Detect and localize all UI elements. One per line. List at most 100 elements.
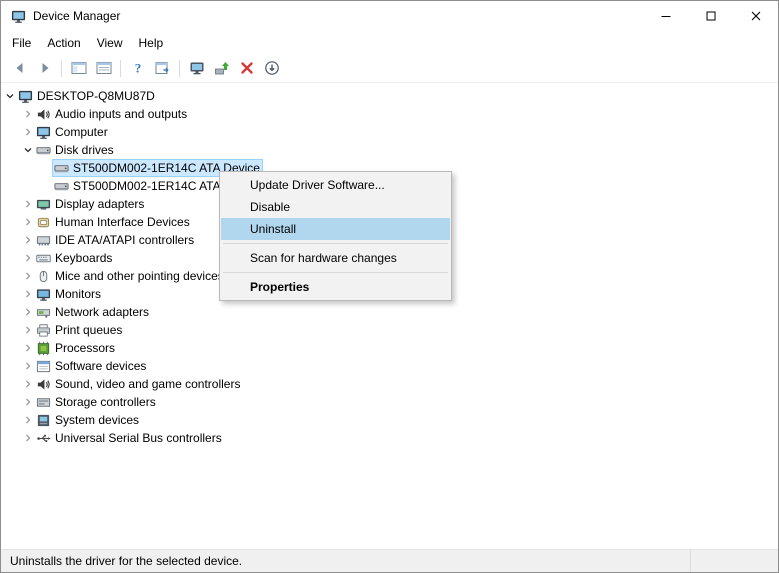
menu-file[interactable]: File bbox=[4, 33, 39, 53]
tree-item-content[interactable]: Print queues bbox=[34, 321, 125, 339]
chevron-collapsed-icon[interactable] bbox=[21, 306, 34, 319]
tree-item-content[interactable]: Software devices bbox=[34, 357, 149, 375]
chevron-collapsed-icon[interactable] bbox=[21, 126, 34, 139]
computer-icon bbox=[35, 125, 52, 140]
close-button[interactable] bbox=[733, 1, 778, 31]
back-icon bbox=[12, 60, 28, 76]
tree-item-content[interactable]: Computer bbox=[34, 123, 111, 141]
tree-item-label: Mice and other pointing devices bbox=[55, 269, 224, 283]
tree-item-system-devices[interactable]: System devices bbox=[1, 411, 778, 429]
title-bar[interactable]: Device Manager bbox=[1, 1, 778, 31]
tree-item-storage-controllers[interactable]: Storage controllers bbox=[1, 393, 778, 411]
minimize-icon bbox=[661, 11, 671, 21]
tree-item-content[interactable]: Display adapters bbox=[34, 195, 147, 213]
chevron-collapsed-icon[interactable] bbox=[21, 360, 34, 373]
context-menu-item-disable[interactable]: Disable bbox=[221, 196, 450, 218]
context-menu-item-uninstall[interactable]: Uninstall bbox=[221, 218, 450, 240]
tree-item-processors[interactable]: Processors bbox=[1, 339, 778, 357]
uninstall-button[interactable] bbox=[234, 56, 259, 81]
disk-drive-icon bbox=[53, 179, 70, 194]
forward-icon bbox=[37, 60, 53, 76]
tree-item-audio-inputs-and-outputs[interactable]: Audio inputs and outputs bbox=[1, 105, 778, 123]
menu-view[interactable]: View bbox=[89, 33, 131, 53]
tree-item-print-queues[interactable]: Print queues bbox=[1, 321, 778, 339]
chevron-collapsed-icon[interactable] bbox=[21, 234, 34, 247]
chevron-collapsed-icon[interactable] bbox=[21, 432, 34, 445]
ide-controller-icon bbox=[35, 233, 52, 248]
chevron-expanded-icon[interactable] bbox=[3, 90, 16, 103]
tree-item-label: System devices bbox=[55, 413, 139, 427]
tree-item-content[interactable]: Storage controllers bbox=[34, 393, 159, 411]
chevron-collapsed-icon[interactable] bbox=[21, 198, 34, 211]
tree-item-label: Software devices bbox=[55, 359, 146, 373]
chevron-collapsed-icon[interactable] bbox=[21, 252, 34, 265]
context-menu-separator bbox=[223, 243, 448, 244]
chevron-collapsed-icon[interactable] bbox=[21, 396, 34, 409]
tree-item-label: Keyboards bbox=[55, 251, 112, 265]
tree-item-content[interactable]: Disk drives bbox=[34, 141, 117, 159]
chevron-collapsed-icon[interactable] bbox=[21, 414, 34, 427]
menu-help[interactable]: Help bbox=[131, 33, 172, 53]
tree-item-content[interactable]: System devices bbox=[34, 411, 142, 429]
window-title: Device Manager bbox=[33, 9, 120, 23]
chevron-collapsed-icon[interactable] bbox=[21, 342, 34, 355]
printer-icon bbox=[35, 323, 52, 338]
chevron-collapsed-icon[interactable] bbox=[21, 216, 34, 229]
maximize-icon bbox=[706, 11, 716, 21]
tree-item-content[interactable]: Network adapters bbox=[34, 303, 152, 321]
tree-item-content[interactable]: Monitors bbox=[34, 285, 104, 303]
disable-icon bbox=[264, 60, 280, 76]
tree-item-content[interactable]: Sound, video and game controllers bbox=[34, 375, 243, 393]
tree-item-universal-serial-bus-controllers[interactable]: Universal Serial Bus controllers bbox=[1, 429, 778, 447]
chevron-collapsed-icon[interactable] bbox=[21, 288, 34, 301]
forward-button[interactable] bbox=[32, 56, 57, 81]
tree-item-content[interactable]: Universal Serial Bus controllers bbox=[34, 429, 225, 447]
tree-item-label: Storage controllers bbox=[55, 395, 156, 409]
export-list-button[interactable] bbox=[150, 56, 175, 81]
maximize-button[interactable] bbox=[688, 1, 733, 31]
minimize-button[interactable] bbox=[643, 1, 688, 31]
mouse-icon bbox=[35, 269, 52, 284]
storage-controller-icon bbox=[35, 395, 52, 410]
tree-item-content[interactable]: Processors bbox=[34, 339, 118, 357]
tree-item-label: Human Interface Devices bbox=[55, 215, 190, 229]
chevron-expanded-icon[interactable] bbox=[21, 144, 34, 157]
chevron-collapsed-icon[interactable] bbox=[21, 378, 34, 391]
tree-item-computer[interactable]: Computer bbox=[1, 123, 778, 141]
context-menu-item-properties[interactable]: Properties bbox=[221, 276, 450, 298]
tree-item-software-devices[interactable]: Software devices bbox=[1, 357, 778, 375]
context-menu-item-update-driver-software[interactable]: Update Driver Software... bbox=[221, 174, 450, 196]
tree-item-sound-video-and-game-controllers[interactable]: Sound, video and game controllers bbox=[1, 375, 778, 393]
tree-item-label: Network adapters bbox=[55, 305, 149, 319]
toolbar-separator bbox=[120, 60, 121, 77]
disk-drive-icon bbox=[35, 143, 52, 158]
chevron-collapsed-icon[interactable] bbox=[21, 108, 34, 121]
tree-item-content[interactable]: Keyboards bbox=[34, 249, 115, 267]
tree-item-content[interactable]: Audio inputs and outputs bbox=[34, 105, 190, 123]
chevron-collapsed-icon[interactable] bbox=[21, 270, 34, 283]
tree-item-desktop-q8mu87d[interactable]: DESKTOP-Q8MU87D bbox=[1, 87, 778, 105]
properties-button[interactable] bbox=[91, 56, 116, 81]
tree-item-disk-drives[interactable]: Disk drives bbox=[1, 141, 778, 159]
disable-button[interactable] bbox=[259, 56, 284, 81]
speaker-icon bbox=[35, 107, 52, 122]
monitor-icon bbox=[35, 287, 52, 302]
show-console-tree-icon bbox=[71, 60, 87, 76]
tree-item-network-adapters[interactable]: Network adapters bbox=[1, 303, 778, 321]
update-driver-icon bbox=[214, 60, 230, 76]
scan-hardware-changes-button[interactable] bbox=[184, 56, 209, 81]
help-button[interactable]: ? bbox=[125, 56, 150, 81]
tree-item-label: IDE ATA/ATAPI controllers bbox=[55, 233, 194, 247]
tree-item-content[interactable]: Mice and other pointing devices bbox=[34, 267, 227, 285]
tree-item-content[interactable]: IDE ATA/ATAPI controllers bbox=[34, 231, 197, 249]
context-menu-item-scan-for-hardware-changes[interactable]: Scan for hardware changes bbox=[221, 247, 450, 269]
tree-item-content[interactable]: DESKTOP-Q8MU87D bbox=[16, 87, 158, 105]
show-console-tree-button[interactable] bbox=[66, 56, 91, 81]
tree-item-label: Sound, video and game controllers bbox=[55, 377, 240, 391]
chevron-collapsed-icon[interactable] bbox=[21, 324, 34, 337]
back-button[interactable] bbox=[7, 56, 32, 81]
menu-action[interactable]: Action bbox=[39, 33, 88, 53]
close-icon bbox=[751, 11, 761, 21]
update-driver-software-button[interactable] bbox=[209, 56, 234, 81]
tree-item-content[interactable]: Human Interface Devices bbox=[34, 213, 193, 231]
